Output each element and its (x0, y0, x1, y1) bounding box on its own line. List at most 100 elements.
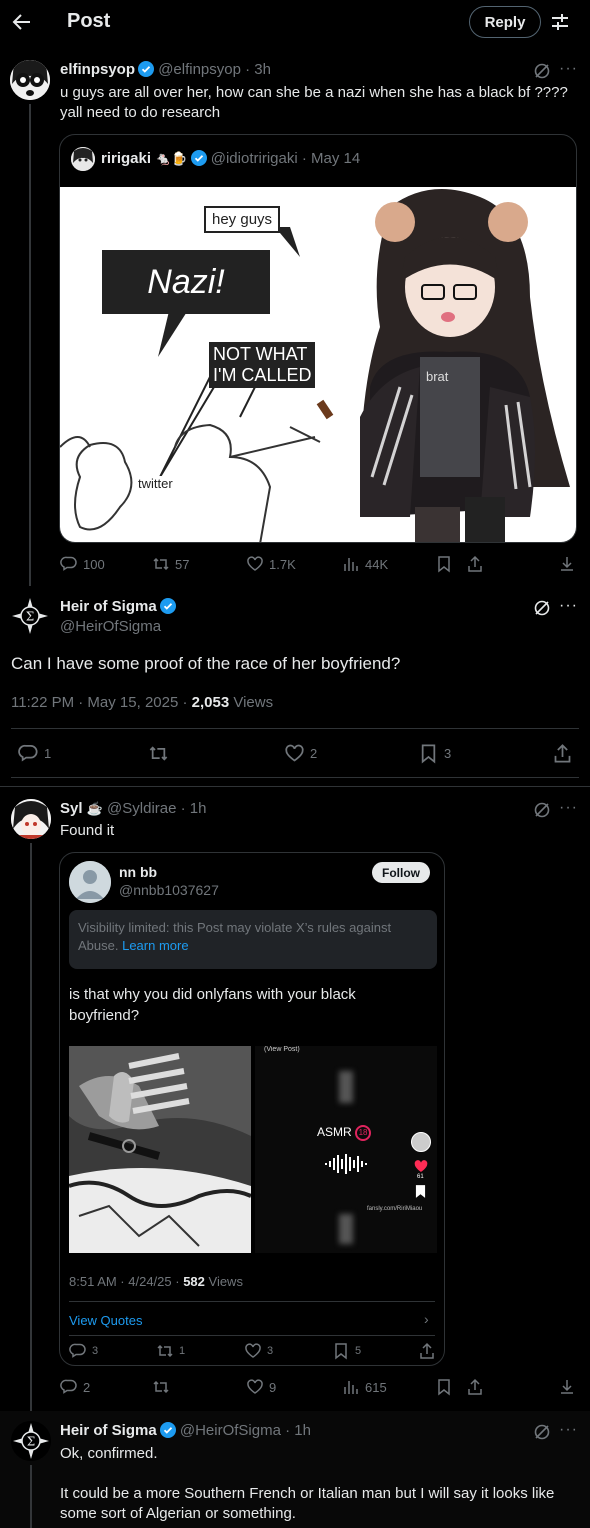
fansly-label: fansly.com/RiriMiaou (367, 1206, 423, 1212)
main-post-text: Can I have some proof of the race of her… (11, 654, 401, 673)
divider (11, 777, 579, 778)
like-action[interactable]: 9 (246, 1378, 276, 1396)
svg-text:Σ: Σ (27, 1435, 35, 1449)
like-action[interactable]: 2 (284, 743, 317, 764)
reply-action[interactable]: 2 (60, 1378, 90, 1396)
share-icon (468, 1378, 482, 1395)
author-name[interactable]: Heir of Sigma (60, 1422, 157, 1439)
screenshot-image-left (69, 1046, 251, 1253)
post-time[interactable]: · 1h (285, 1422, 311, 1439)
reply-count: 1 (44, 746, 52, 761)
screenshot-reply-stat: 3 (69, 1342, 98, 1360)
reply-icon (69, 1343, 86, 1358)
grok-icon[interactable] (533, 599, 551, 617)
share-action[interactable] (466, 1378, 484, 1396)
reply-header: Heir of Sigma @HeirOfSigma · 1h (60, 1422, 311, 1439)
quoted-header: ririgaki 🐁🍺 @idiotririgaki · May 14 (101, 150, 360, 167)
download-action[interactable] (558, 1378, 576, 1396)
more-options-icon[interactable]: ··· (559, 799, 578, 817)
more-options-icon[interactable]: ··· (559, 597, 578, 615)
post-time[interactable]: · 3h (245, 61, 271, 78)
reply-count: 100 (83, 556, 105, 572)
screenshot-bookmark-stat: 5 (332, 1342, 361, 1360)
bookmark-action[interactable]: 3 (418, 743, 451, 764)
screenshot-follow-button: Follow (372, 862, 430, 883)
author-handle[interactable]: @elfinpsyop (158, 61, 241, 78)
repost-icon (153, 557, 169, 571)
repost-action[interactable]: 57 (152, 555, 189, 573)
download-icon (561, 557, 573, 571)
bookmark-action[interactable] (435, 555, 453, 573)
author-name[interactable]: Syl (60, 800, 83, 817)
bookmark-icon (421, 744, 436, 764)
views-action[interactable]: 615 (342, 1378, 387, 1396)
quoted-post[interactable]: ririgaki 🐁🍺 @idiotririgaki · May 14 hey … (59, 134, 577, 543)
avatar[interactable]: Σ (11, 1421, 51, 1461)
more-options-icon[interactable]: ··· (559, 1421, 578, 1439)
reply-action[interactable]: 100 (60, 555, 105, 573)
thread-line (30, 1465, 32, 1528)
bookmark-count: 3 (444, 746, 452, 761)
avatar[interactable]: Σ (10, 596, 50, 636)
post-text-line: yall need to do research (60, 104, 221, 121)
meme-label-twitter: twitter (136, 476, 175, 491)
grok-icon[interactable] (533, 801, 551, 819)
share-action[interactable] (552, 743, 573, 764)
reply-header: Syl ☕ @Syldirae · 1h (60, 800, 207, 817)
main-author-name-row: Heir of Sigma (60, 598, 176, 615)
page-title: Post (67, 10, 111, 32)
download-icon (561, 1380, 573, 1394)
tiktok-like-count: 61 (417, 1174, 424, 1180)
repost-action[interactable] (148, 743, 169, 764)
author-handle[interactable]: @Syldirae (107, 800, 176, 817)
author-handle[interactable]: @HeirOfSigma (180, 1422, 281, 1439)
grok-icon[interactable] (533, 1423, 551, 1441)
share-action[interactable] (466, 555, 484, 573)
post-header: elfinpsyop @elfinpsyop · 3h (60, 61, 271, 78)
reply-action[interactable]: 1 (18, 743, 51, 764)
thread-line (30, 843, 32, 1411)
more-options-icon[interactable]: ··· (559, 60, 578, 78)
author-name[interactable]: Heir of Sigma (60, 598, 157, 615)
screenshot-like-stat: 3 (244, 1342, 273, 1360)
age-badge: 18 (355, 1125, 372, 1141)
tiktok-heart-icon (414, 1160, 428, 1173)
post-text: Found it (60, 822, 115, 839)
quoted-avatar (71, 147, 95, 171)
quoted-author-handle: @idiotririgaki (210, 150, 298, 167)
reply-button-label: Reply (484, 13, 526, 31)
repost-action[interactable] (152, 1378, 170, 1396)
post-time[interactable]: · 1h (181, 800, 207, 817)
post-text-line: u guys are all over her, how can she be … (60, 84, 568, 101)
visibility-notice: Visibility limited: this Post may violat… (69, 910, 437, 969)
thread-line (29, 104, 31, 586)
meme-bubble-nazi: Nazi! (102, 250, 270, 314)
filter-settings-icon[interactable] (549, 11, 571, 33)
reply-button[interactable]: Reply (469, 6, 541, 38)
download-action[interactable] (558, 555, 576, 573)
views-count: 615 (365, 1379, 387, 1395)
heart-icon (285, 744, 304, 762)
share-icon (554, 744, 571, 763)
heart-icon (247, 1379, 263, 1394)
screenshot-divider (69, 1301, 435, 1302)
quoted-post-time: · May 14 (301, 150, 361, 167)
quoted-image[interactable]: hey guys Nazi! NOT WHAT I'M CALLED twitt… (60, 187, 576, 542)
screenshot-text-line: boyfriend? (69, 1007, 140, 1024)
avatar[interactable] (11, 799, 51, 839)
views-icon (344, 1381, 358, 1394)
author-name[interactable]: elfinpsyop (60, 61, 135, 78)
meme-bubble-line: I'M CALLED (213, 365, 312, 385)
back-arrow-icon[interactable] (10, 10, 34, 34)
bookmark-action[interactable] (435, 1378, 453, 1396)
attached-screenshot[interactable]: nn bb @nnbb1037627 Follow Visibility lim… (59, 852, 445, 1366)
views-action[interactable]: 44K (342, 555, 388, 573)
avatar[interactable] (10, 60, 50, 100)
like-action[interactable]: 1.7K (246, 555, 296, 573)
learn-more-link: Learn more (122, 938, 189, 953)
post-timestamp[interactable]: 11:22 PM · May 15, 2025 · (11, 694, 192, 711)
grok-icon[interactable] (533, 62, 551, 80)
screenshot-image-right: (View Post) ASMR 18 61 fansly.com/RiriMi… (255, 1046, 437, 1253)
reply-icon (60, 556, 77, 571)
author-handle[interactable]: @HeirOfSigma (60, 618, 161, 635)
